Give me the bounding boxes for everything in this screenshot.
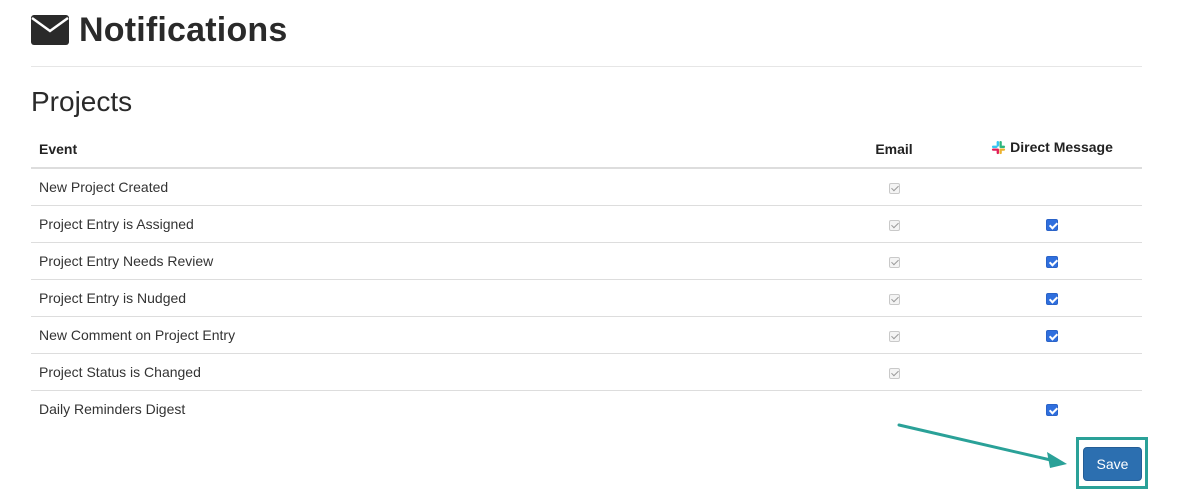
email-cell (826, 353, 962, 391)
direct-message-cell (962, 205, 1142, 243)
email-checkbox (888, 330, 900, 342)
table-row: Project Entry is Nudged (31, 279, 1142, 317)
table-header-row: Event Email Direct Message (31, 130, 1142, 169)
email-cell (826, 205, 962, 243)
direct-message-header-label: Direct Message (1010, 139, 1113, 156)
notifications-page: Notifications Projects Event Email Direc… (0, 0, 1200, 501)
table-body: New Project Created Project Entry is Assi… (31, 168, 1142, 427)
email-checkbox (888, 256, 900, 268)
slack-icon (992, 140, 1006, 154)
direct-message-cell (962, 242, 1142, 280)
direct-message-checkbox[interactable] (1046, 293, 1058, 306)
event-name: New Project Created (31, 168, 826, 206)
email-cell (826, 168, 962, 206)
table-row: New Comment on Project Entry (31, 316, 1142, 354)
page-header: Notifications (31, 8, 288, 52)
event-name: Project Entry is Assigned (31, 205, 826, 243)
email-checkbox (888, 367, 900, 379)
direct-message-checkbox[interactable] (1046, 256, 1058, 269)
table-row: Project Entry is Assigned (31, 205, 1142, 243)
email-checkbox (888, 219, 900, 231)
event-name: Daily Reminders Digest (39, 401, 186, 417)
email-checkbox (888, 293, 900, 305)
direct-message-cell (962, 168, 1142, 206)
column-header-email: Email (826, 130, 962, 169)
column-header-event: Event (31, 130, 826, 169)
table-row: Project Status is Changed (31, 353, 1142, 391)
event-name: New Comment on Project Entry (31, 316, 826, 354)
table-row: New Project Created (31, 168, 1142, 206)
direct-message-checkbox[interactable] (1046, 219, 1058, 232)
direct-message-cell (962, 353, 1142, 391)
table-row: Project Entry Needs Review (31, 242, 1142, 280)
email-cell (826, 316, 962, 354)
column-header-direct-message: Direct Message (962, 130, 1142, 169)
direct-message-cell (962, 279, 1142, 317)
email-checkbox (888, 182, 900, 194)
email-cell (826, 279, 962, 317)
notifications-table: Event Email Direct Message New Project C… (31, 130, 1142, 427)
direct-message-checkbox[interactable] (1046, 330, 1058, 343)
page-title: Notifications (79, 10, 288, 49)
event-name: Project Entry is Nudged (31, 279, 826, 317)
event-name: Project Status is Changed (31, 353, 826, 391)
direct-message-cell (962, 316, 1142, 354)
annotation-arrow (897, 423, 1067, 468)
event-name: Project Entry Needs Review (31, 242, 826, 280)
save-button[interactable]: Save (1083, 447, 1142, 481)
direct-message-checkbox[interactable] (1046, 404, 1058, 417)
envelope-icon (31, 15, 69, 45)
email-cell (826, 242, 962, 280)
section-title: Projects (31, 86, 133, 117)
header-divider (31, 66, 1142, 67)
